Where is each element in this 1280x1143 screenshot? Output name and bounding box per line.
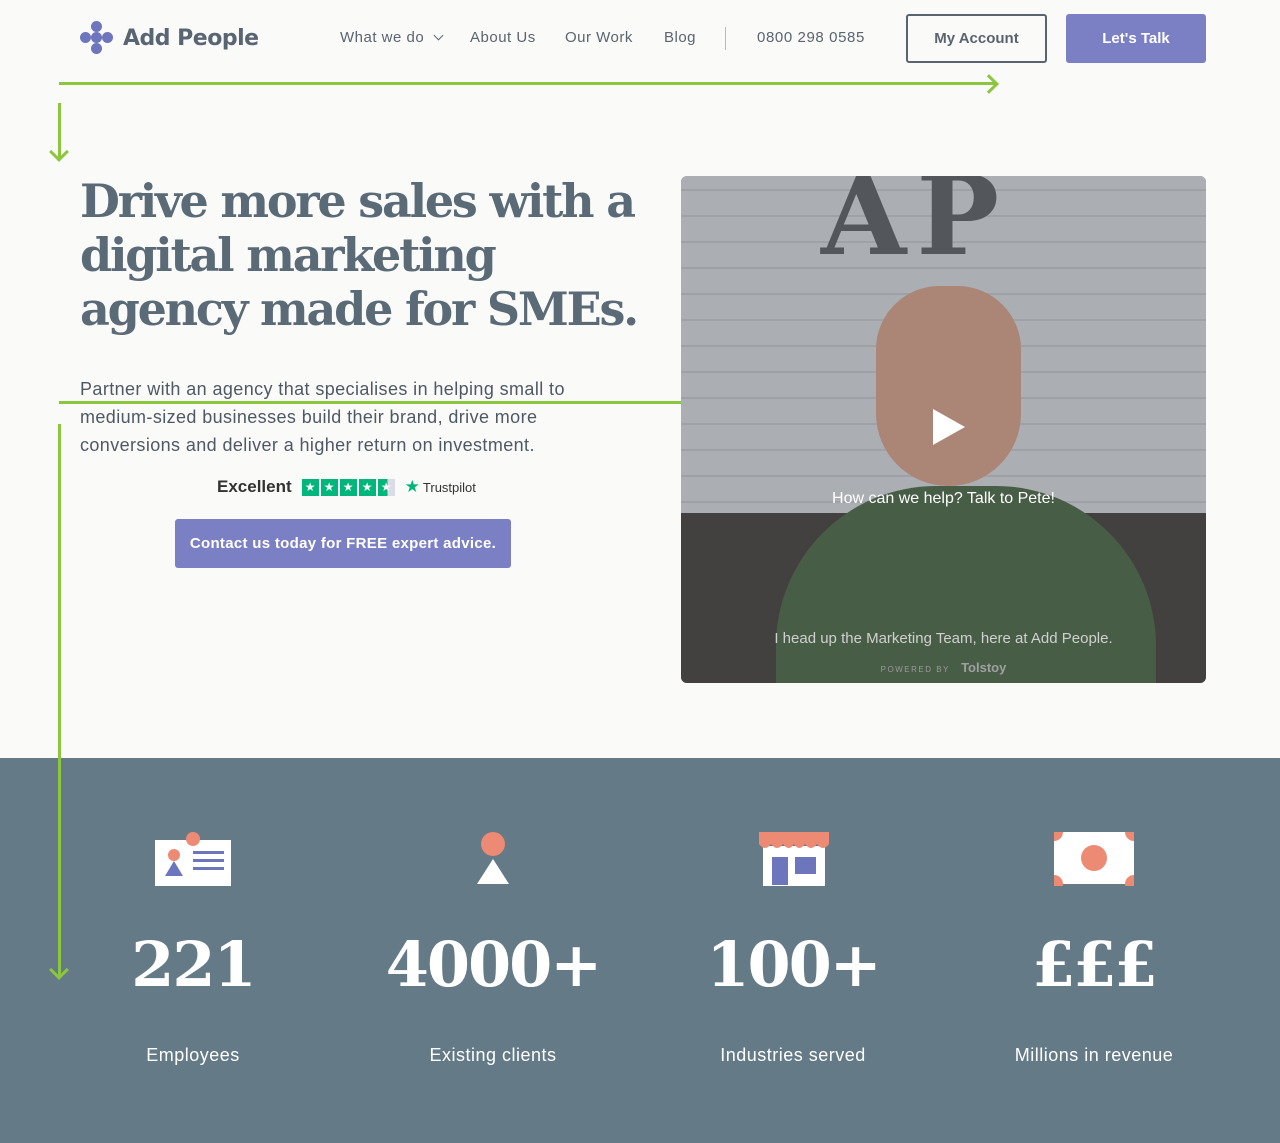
rating-stars: ★ ★ ★ ★ ★: [301, 478, 395, 496]
contact-cta-button[interactable]: Contact us today for FREE expert advice.: [175, 519, 511, 568]
stat-value: 4000+: [385, 928, 603, 1001]
nav-item-about-us[interactable]: About Us: [470, 29, 536, 46]
star-half-icon: ★: [377, 478, 395, 496]
video-subtitle: I head up the Marketing Team, here at Ad…: [774, 630, 1113, 647]
shop-icon: [759, 832, 829, 886]
my-account-button[interactable]: My Account: [906, 14, 1047, 63]
stat-label: Existing clients: [429, 1045, 557, 1065]
trust-rating-label: Excellent: [217, 477, 292, 496]
guide-line-top: [59, 82, 995, 85]
stat-label: Industries served: [720, 1045, 866, 1065]
trustpilot-widget[interactable]: Excellent ★ ★ ★ ★ ★ ★ Trustpilot: [217, 477, 476, 497]
star-icon: ★: [301, 478, 319, 496]
video-player[interactable]: AP How can we help? Talk to Pete! I head…: [681, 176, 1206, 683]
nav-item-our-work[interactable]: Our Work: [565, 29, 633, 46]
chevron-down-icon: [433, 30, 444, 41]
site-header: Add People What we do About Us Our Work …: [0, 0, 1280, 78]
video-caption: How can we help? Talk to Pete!: [832, 490, 1055, 507]
play-icon[interactable]: [933, 409, 965, 445]
video-powered-by: POWERED BY Tolstoy: [681, 660, 1206, 675]
phone-link[interactable]: 0800 298 0585: [757, 29, 865, 46]
star-icon: ★: [320, 478, 338, 496]
nav-item-what-we-do[interactable]: What we do: [340, 29, 444, 46]
logo[interactable]: Add People: [79, 20, 259, 56]
hero-title: Drive more sales with a digital marketin…: [80, 174, 639, 336]
stats-section: 221 Employees 4000+ Existing clients 100…: [0, 758, 1280, 1143]
person-icon: [477, 832, 509, 884]
guide-line-long-vertical: [58, 424, 61, 976]
powered-by-label: POWERED BY: [880, 665, 950, 674]
hero-description: Partner with an agency that specialises …: [80, 379, 565, 455]
stat-label: Millions in revenue: [1014, 1045, 1174, 1065]
id-card-icon: [155, 832, 231, 886]
guide-arrowhead-down-icon: [49, 142, 69, 162]
tolstoy-brand: Tolstoy: [961, 660, 1007, 675]
nav-divider: [725, 27, 726, 50]
stat-value: 100+: [706, 928, 881, 1001]
trustpilot-logo: ★ Trustpilot: [405, 477, 476, 497]
logo-mark-icon: [79, 20, 115, 56]
lets-talk-button[interactable]: Let's Talk: [1066, 14, 1206, 63]
stat-value: £££: [1032, 928, 1157, 1001]
trustpilot-brand: Trustpilot: [422, 479, 476, 495]
banknote-icon: [1054, 832, 1134, 886]
trustpilot-star-icon: ★: [404, 477, 420, 496]
nav-item-label: What we do: [340, 29, 425, 46]
star-icon: ★: [339, 478, 357, 496]
star-icon: ★: [358, 478, 376, 496]
stat-value: 221: [131, 928, 256, 1001]
nav-item-blog[interactable]: Blog: [664, 29, 696, 46]
logo-text: Add People: [123, 25, 259, 51]
stat-label: Employees: [146, 1045, 240, 1065]
